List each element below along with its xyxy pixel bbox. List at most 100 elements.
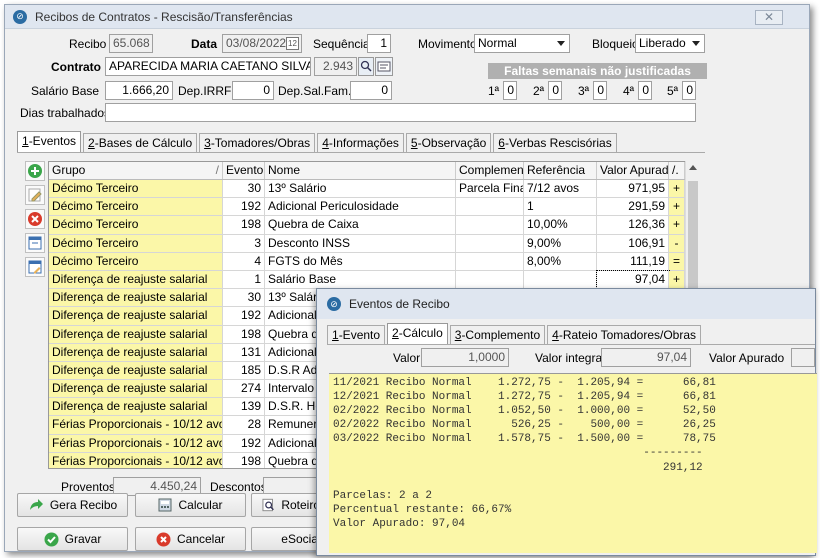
cell-evento: 4 [223,252,265,270]
recibo-field[interactable]: 65.068 [109,34,153,53]
cell-evento: 198 [223,452,265,468]
tab-informacoes-num: 4 [322,136,329,150]
list-edit-icon[interactable] [25,257,45,277]
roteiro-button[interactable]: Roteiro [251,493,321,517]
cell-referencia: 7/12 avos [524,180,597,198]
col-valor[interactable]: Valor Apurado [597,162,669,179]
cell-referencia: 10,00% [524,216,597,234]
table-row[interactable]: Diferença de reajuste salarial 1 Salário B… [49,269,699,290]
cell-op: + [669,180,685,198]
cell-nome: 13º Salário [265,180,456,198]
window-icon[interactable] [25,233,45,253]
tab-tomadores-label: -Tomadores/Obras [210,136,311,150]
calendar-icon[interactable]: 12 [286,37,299,50]
cell-evento: 131 [223,343,265,361]
dialog-app-icon: ⊘ [327,297,341,311]
faltas-banner: Faltas semanais não justificadas [488,63,707,79]
dialog-tab-calculo[interactable]: 2-Cálculo [387,323,448,345]
gera-recibo-button[interactable]: Gera Recibo [17,493,128,517]
gravar-button[interactable]: Gravar [17,527,128,551]
week3-label: 3ª [578,84,590,98]
edit-icon[interactable] [25,185,45,205]
dialog-valor-label: Valor [393,351,421,365]
col-referencia[interactable]: Referência [524,162,597,179]
tab-observacao-num: 5 [410,136,418,150]
contrato-field[interactable]: APARECIDA MARIA CAETANO SILVA [105,57,311,76]
dialog-tab-evento[interactable]: 1-Evento [327,325,386,345]
cell-evento: 198 [223,325,265,343]
table-row[interactable]: Décimo Terceiro 4 FGTS do Mês 8,00% 111,19 = [49,252,699,271]
movimento-select[interactable]: Normal [474,34,570,53]
window-title: Recibos de Contratos - Rescisão/Transfer… [35,9,293,24]
dias-field[interactable] [105,103,696,122]
scroll-up-icon[interactable] [689,165,697,170]
table-row[interactable]: Décimo Terceiro 192 Adicional Periculosida… [49,198,699,217]
esocial-button[interactable]: eSocia [251,527,321,551]
cancelar-button[interactable]: Cancelar [135,527,246,551]
cell-evento: 30 [223,289,265,307]
cell-referencia [524,270,597,289]
delete-icon[interactable] [25,209,45,229]
card-icon[interactable] [375,57,393,76]
tab-eventos[interactable]: 1-Eventos [17,131,82,153]
bloqueio-select[interactable]: Liberado [635,34,705,53]
cell-nome: Desconto INSS [265,234,456,252]
col-op[interactable]: /. [669,162,685,179]
cell-evento: 192 [223,307,265,325]
col-complemento[interactable]: Complemento [456,162,524,179]
dias-label: Dias trabalhados [20,106,111,120]
check-icon [44,532,59,546]
add-icon[interactable] [25,161,45,181]
calcular-button[interactable]: Calcular [135,493,246,517]
week1-field[interactable]: 0 [503,81,517,100]
col-grupo[interactable]: Grupo / [49,162,223,179]
contrato-code-field[interactable]: 2.943 [314,57,357,76]
tab-verbas[interactable]: 6-Verbas Rescisórias [493,133,617,153]
tab-bases[interactable]: 2-Bases de Cálculo [83,133,198,153]
tab-eventos-label: -Eventos [28,134,77,148]
cell-grupo: Diferença de reajuste salarial [49,307,223,325]
table-row[interactable]: Décimo Terceiro 198 Quebra de Caixa 10,00% 1… [49,216,699,235]
week3-field[interactable]: 0 [593,81,607,100]
tab-verbas-label: -Verbas Rescisórias [504,136,612,150]
scroll-thumb[interactable] [688,181,698,301]
proventos-label: Proventos [61,480,116,494]
cell-referencia: 1 [524,198,597,216]
col-nome[interactable]: Nome [265,162,456,179]
gravar-label: Gravar [64,532,102,546]
dialog-tab-rateio[interactable]: 4-Rateio Tomadores/Obras [547,325,702,345]
col-evento[interactable]: Evento [223,162,265,179]
cell-evento: 1 [223,270,265,289]
dialog-tab-evento-num: 1 [332,328,339,342]
calculo-memo[interactable]: 11/2021 Recibo Normal 1.272,75 - 1.205,9… [329,373,817,553]
table-row[interactable]: Décimo Terceiro 30 13º Salário Parcela Fina… [49,180,699,199]
close-button[interactable]: ✕ [755,10,783,25]
depirrf-field[interactable]: 0 [232,81,274,100]
cell-complemento [456,216,524,234]
tab-tomadores[interactable]: 3-Tomadores/Obras [199,133,316,153]
memo-line: 02/2022 Recibo Normal 1.052,50 - 1.000,0… [333,405,716,418]
search-icon[interactable] [358,57,374,76]
app-icon: ⊘ [13,9,27,24]
esocial-label: eSocia [281,532,318,546]
depsal-field[interactable]: 0 [350,81,392,100]
week5-field[interactable]: 0 [682,81,696,100]
calcular-label: Calcular [178,498,223,512]
dialog-title: Eventos de Recibo [349,297,450,311]
salario-field[interactable]: 1.666,20 [105,81,173,100]
cell-grupo: Férias Proporcionais - 10/12 avos [49,452,223,468]
cell-grupo: Décimo Terceiro [49,180,223,198]
week2-field[interactable]: 0 [548,81,562,100]
sequencia-field[interactable]: 1 [367,34,391,53]
data-field[interactable]: 03/08/2022 12 [222,34,302,53]
week4-field[interactable]: 0 [638,81,652,100]
data-value: 03/08/2022 [226,36,287,50]
table-row[interactable]: Décimo Terceiro 3 Desconto INSS 9,00% 106,91… [49,234,699,253]
cancelar-label: Cancelar [176,532,226,546]
tab-informacoes[interactable]: 4-Informações [317,133,404,153]
dialog-tab-complemento[interactable]: 3-Complemento [449,325,546,345]
depsal-label: Dep.Sal.Fam. [278,84,352,98]
dialog-title-bar: ⊘ Eventos de Recibo [317,289,815,319]
tab-observacao[interactable]: 5-Observação [405,133,492,153]
cell-evento: 274 [223,380,265,398]
